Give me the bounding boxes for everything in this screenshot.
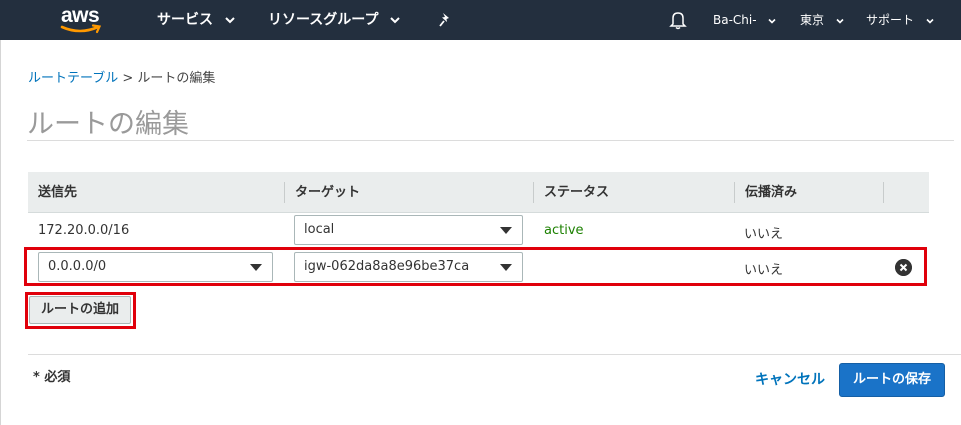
region-menu[interactable]: 東京 <box>800 10 846 30</box>
chevron-down-icon <box>768 18 776 24</box>
support-label: サポート <box>866 13 915 27</box>
destination-cell: 172.20.0.0/16 <box>38 223 130 238</box>
caret-down-icon <box>250 264 262 271</box>
chevron-down-icon <box>926 18 934 24</box>
status-cell: active <box>544 223 584 238</box>
resource-groups-label: リソースグループ <box>268 12 379 28</box>
target-select-value: igw-062da8a8e96be37ca <box>304 259 470 274</box>
column-header-target: ターゲット <box>295 185 361 200</box>
support-menu[interactable]: サポート <box>866 10 936 30</box>
target-select[interactable]: local <box>294 215 523 245</box>
breadcrumb-route-tables-link[interactable]: ルートテーブル <box>28 71 118 86</box>
page-title: ルートの編集 <box>27 109 189 140</box>
bell-icon[interactable] <box>669 10 687 30</box>
aws-logo[interactable]: aws <box>60 4 110 36</box>
propagated-cell: いいえ <box>744 263 784 278</box>
services-menu[interactable]: サービス <box>157 10 236 30</box>
account-label: Ba-Chi- <box>713 13 757 27</box>
account-menu[interactable]: Ba-Chi- <box>713 10 778 30</box>
pin-icon[interactable] <box>438 12 452 28</box>
required-note: * 必須 <box>33 370 71 385</box>
column-header-propagated: 伝播済み <box>745 185 798 200</box>
target-select[interactable]: igw-062da8a8e96be37ca <box>294 252 523 282</box>
chevron-down-icon <box>390 17 401 24</box>
column-header-status: ステータス <box>544 185 610 200</box>
chevron-down-icon <box>225 17 235 24</box>
column-header-destination: 送信先 <box>38 185 78 200</box>
destination-select-value: 0.0.0.0/0 <box>48 259 107 274</box>
breadcrumb-current: ルートの編集 <box>137 71 216 86</box>
remove-route-icon[interactable] <box>895 259 912 276</box>
add-route-button[interactable]: ルートの追加 <box>29 296 131 324</box>
footer-divider <box>28 354 961 355</box>
propagated-cell: いいえ <box>744 227 784 242</box>
breadcrumb-separator: > <box>122 71 134 86</box>
column-divider <box>883 182 884 203</box>
destination-select[interactable]: 0.0.0.0/0 <box>38 252 273 282</box>
title-divider <box>27 140 954 141</box>
aws-smile-icon <box>60 24 102 34</box>
left-edge-divider <box>0 40 1 425</box>
caret-down-icon <box>500 227 512 234</box>
region-label: 東京 <box>800 13 825 27</box>
breadcrumb: ルートテーブル > ルートの編集 <box>28 67 215 86</box>
target-select-value: local <box>304 222 335 237</box>
caret-down-icon <box>500 264 512 271</box>
save-routes-button[interactable]: ルートの保存 <box>839 363 945 397</box>
table-header: 送信先 ターゲット ステータス 伝播済み <box>28 172 929 213</box>
cancel-link[interactable]: キャンセル <box>755 371 825 389</box>
chevron-down-icon <box>836 18 844 24</box>
services-label: サービス <box>157 12 213 28</box>
top-navigation: aws サービス リソースグループ Ba-Chi- 東京 サポート <box>0 0 961 40</box>
resource-groups-menu[interactable]: リソースグループ <box>268 10 401 30</box>
